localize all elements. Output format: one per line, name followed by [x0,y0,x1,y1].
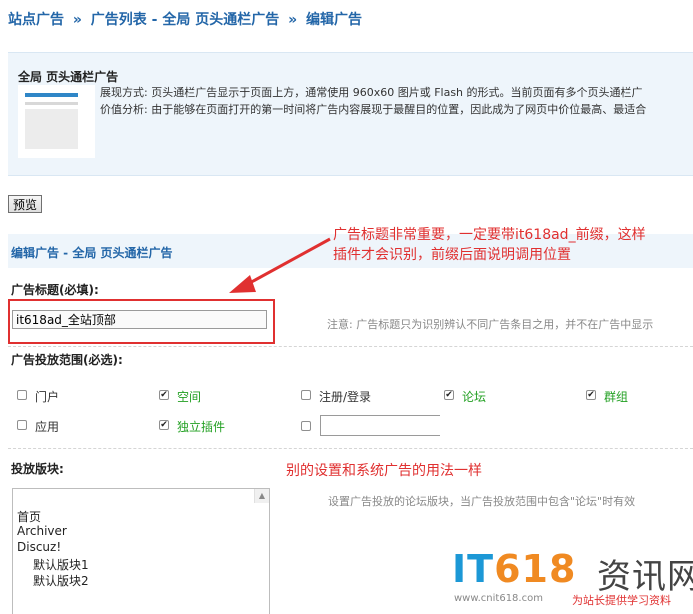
scope-group-label: 群组 [604,390,629,404]
watermark-slogan: 为站长提供学习资料 [572,594,671,607]
breadcrumb-site-ads[interactable]: 站点广告 [8,12,64,28]
logo-618-text: 618 [494,547,577,591]
scroll-up-icon[interactable]: ▲ [254,489,269,503]
divider [8,448,693,449]
scope-custom-checkbox[interactable] [301,421,311,431]
ad-layout-thumbnail [18,85,95,158]
preview-button[interactable]: 预览 [8,195,42,213]
thumbnail-banner-band [25,93,78,97]
ad-display-description: 展现方式: 页头通栏广告显示于页面上方，通常使用 960x60 图片或 Flas… [100,86,643,99]
annotation-title-note-line2: 插件才会识别，前缀后面说明调用位置 [333,247,571,263]
logo-cn-text: 资讯网 [597,557,693,597]
scope-register-label: 注册/登录 [319,390,372,404]
forum-option[interactable]: 首页 [17,508,41,525]
scope-forum-label: 论坛 [462,390,487,404]
scope-plugin-label: 独立插件 [177,420,226,434]
divider [8,346,693,347]
ad-title-hint: 注意: 广告标题只为识别辨认不同广告条目之用，并不在广告中显示 [327,318,654,331]
forum-option[interactable]: Archiver [17,524,67,538]
scope-portal-checkbox[interactable] [17,390,27,400]
forums-listbox[interactable]: ▲ 首页 Archiver Discuz! 默认版块1 默认版块2 [12,488,270,614]
breadcrumb-ad-list[interactable]: 广告列表 - 全局 页头通栏广告 [91,12,279,28]
scope-app-label: 应用 [35,420,60,434]
logo-it-text: IT [452,547,495,591]
scope-register-checkbox[interactable] [301,390,311,400]
scope-plugin-checkbox[interactable] [159,420,169,430]
scope-app-checkbox[interactable] [17,420,27,430]
edit-section-title: 编辑广告 - 全局 页头通栏广告 [11,246,173,260]
breadcrumb: 站点广告 » 广告列表 - 全局 页头通栏广告 » 编辑广告 [8,9,362,29]
watermark-url: www.cnit618.com [454,593,543,604]
scope-forum-checkbox[interactable] [444,390,454,400]
annotation-other-settings-note: 别的设置和系统广告的用法一样 [286,463,482,479]
forum-option[interactable]: Discuz! [17,540,61,554]
ad-title-label: 广告标题(必填): [11,283,99,297]
forum-option[interactable]: 默认版块1 [33,556,89,573]
ad-type-title: 全局 页头通栏广告 [18,70,119,84]
ad-scope-label: 广告投放范围(必选): [11,353,123,367]
forum-option[interactable]: 默认版块2 [33,572,89,589]
it618-logo: IT618 [452,547,576,591]
scope-space-label: 空间 [177,390,202,404]
scope-custom-input[interactable] [320,415,440,436]
thumbnail-content-block [25,109,78,149]
breadcrumb-separator: » [72,12,82,28]
forums-hint: 设置广告投放的论坛版块，当广告投放范围中包含"论坛"时有效 [328,495,636,508]
forums-label: 投放版块: [11,462,64,476]
annotation-title-note-line1: 广告标题非常重要，一定要带it618ad_前缀，这样 [333,227,646,243]
scope-group-checkbox[interactable] [586,390,596,400]
ad-title-input[interactable] [12,310,267,329]
breadcrumb-separator: » [288,12,298,28]
scope-space-checkbox[interactable] [159,390,169,400]
scope-portal-label: 门户 [35,390,60,404]
breadcrumb-edit-ad: 编辑广告 [306,12,363,28]
ad-value-description: 价值分析: 由于能够在页面打开的第一时间将广告内容展现于最醒目的位置，因此成为了… [100,103,647,116]
thumbnail-nav-line [25,102,78,105]
